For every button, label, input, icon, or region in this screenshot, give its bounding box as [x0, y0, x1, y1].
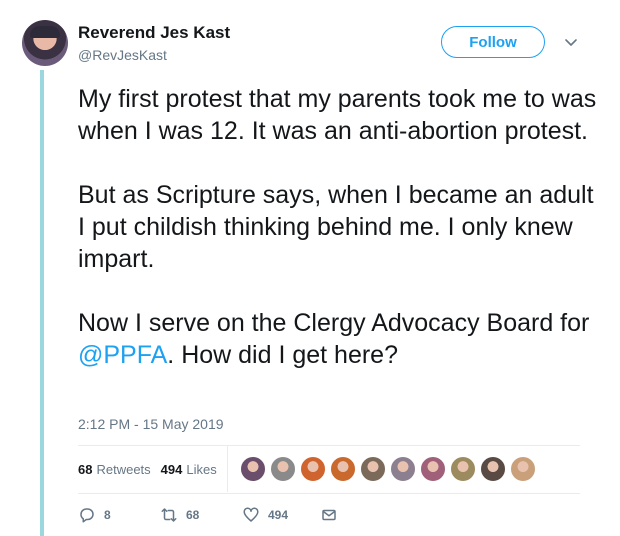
author-handle[interactable]: @RevJesKast: [78, 47, 167, 63]
liker-avatar[interactable]: [389, 456, 416, 482]
liker-avatar[interactable]: [449, 456, 476, 482]
like-button[interactable]: 494: [242, 506, 288, 524]
envelope-icon: [322, 509, 336, 521]
tweet-paragraph-1: My first protest that my parents took me…: [78, 85, 597, 145]
reply-count: 8: [104, 508, 111, 522]
reply-button[interactable]: 8: [78, 506, 111, 524]
direct-message-button[interactable]: [320, 506, 346, 524]
avatar-hair: [30, 26, 60, 38]
retweet-icon: [161, 508, 177, 522]
chevron-down-icon[interactable]: [563, 34, 579, 50]
stats-bar: 68 Retweets 494 Likes: [78, 446, 580, 492]
retweets-count: 68: [78, 461, 93, 477]
avatar[interactable]: [22, 20, 68, 66]
divider-bottom: [78, 493, 580, 494]
liker-avatar[interactable]: [509, 456, 536, 482]
follow-button[interactable]: Follow: [441, 26, 545, 58]
likes-label: Likes: [186, 461, 217, 477]
likes-stat[interactable]: 494 Likes: [161, 462, 217, 477]
tweet-paragraph-3-start: Now I serve on the Clergy Advocacy Board…: [78, 309, 590, 337]
liker-avatar[interactable]: [329, 456, 356, 482]
tweet-paragraph-3: Now I serve on the Clergy Advocacy Board…: [78, 307, 598, 371]
mention-link[interactable]: @PPFA: [78, 341, 167, 369]
timestamp[interactable]: 2:12 PM - 15 May 2019: [78, 416, 224, 432]
liker-avatar[interactable]: [299, 456, 326, 482]
liker-avatar[interactable]: [479, 456, 506, 482]
thread-line: [40, 70, 44, 536]
tweet-paragraph-3-end: . How did I get here?: [167, 341, 398, 369]
liker-avatar[interactable]: [419, 456, 446, 482]
likes-count: 494: [160, 461, 183, 477]
action-bar: 8 68 494: [78, 506, 378, 528]
retweet-count: 68: [186, 508, 200, 522]
retweets-stat[interactable]: 68 Retweets: [78, 462, 151, 477]
liker-avatar[interactable]: [269, 456, 296, 482]
tweet-paragraph-2: But as Scripture says, when I became an …: [78, 181, 594, 273]
retweet-button[interactable]: 68: [160, 506, 199, 524]
liker-avatar[interactable]: [239, 456, 266, 482]
liker-avatars: [239, 456, 540, 482]
like-count: 494: [268, 508, 289, 522]
liker-avatar[interactable]: [359, 456, 386, 482]
tweet-text: My first protest that my parents took me…: [78, 83, 598, 371]
reply-icon: [80, 508, 94, 523]
author-display-name[interactable]: Reverend Jes Kast: [78, 23, 230, 43]
heart-icon: [243, 507, 259, 522]
stats-separator: [226, 446, 228, 492]
retweets-label: Retweets: [96, 461, 151, 477]
